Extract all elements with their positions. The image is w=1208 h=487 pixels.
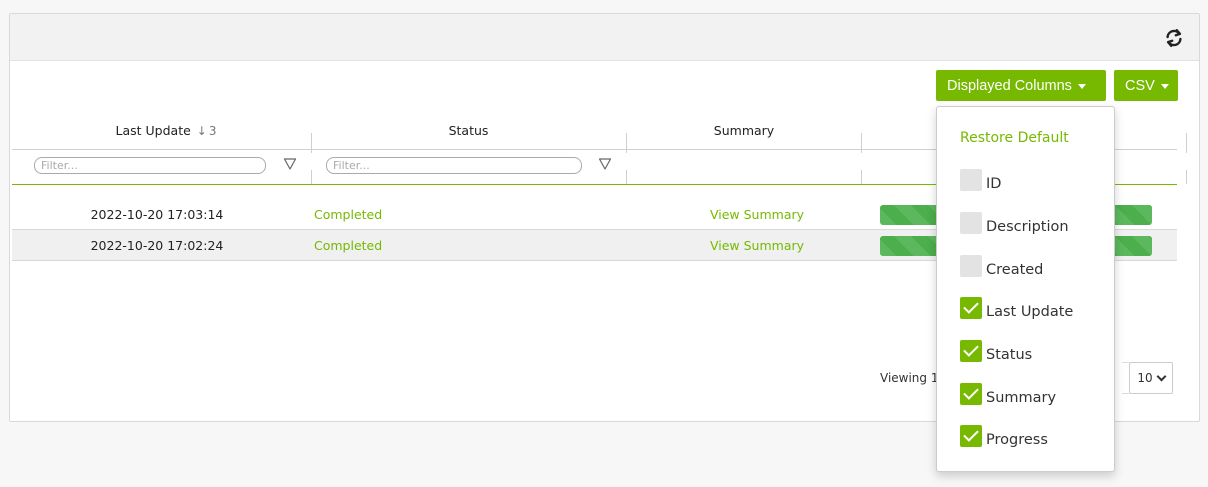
column-header-label: Summary xyxy=(713,123,775,138)
view-summary-link[interactable]: View Summary xyxy=(642,199,872,230)
column-header-last-update[interactable]: Last Update ↓ 3 xyxy=(21,118,311,144)
checkmark-icon[interactable] xyxy=(960,340,982,362)
restore-default-link[interactable]: Restore Default xyxy=(960,130,1069,146)
viewing-text: Viewing 1 xyxy=(880,371,939,385)
column-divider[interactable] xyxy=(1186,133,1187,153)
column-toggle-label: Description xyxy=(986,219,1069,235)
sort-desc-icon: ↓ xyxy=(196,124,207,138)
pagination[interactable] xyxy=(1122,362,1129,394)
column-header-label: Status xyxy=(448,123,489,138)
filter-funnel-icon[interactable] xyxy=(598,157,612,171)
column-divider xyxy=(311,170,312,184)
filter-funnel-icon[interactable] xyxy=(283,157,297,171)
column-divider[interactable] xyxy=(861,133,862,153)
checkmark-icon[interactable] xyxy=(960,383,982,405)
panel-header xyxy=(10,14,1199,61)
checkbox[interactable] xyxy=(960,212,982,234)
displayed-columns-button[interactable]: Displayed Columns xyxy=(936,70,1106,101)
column-toggle-summary[interactable]: Summary xyxy=(960,383,1057,406)
csv-label: CSV xyxy=(1125,77,1155,94)
checkmark-icon[interactable] xyxy=(960,297,982,319)
column-toggle-created[interactable]: Created xyxy=(960,255,1044,278)
page-size-value: 10 xyxy=(1137,371,1153,385)
column-header-status[interactable]: Status xyxy=(311,118,626,144)
column-divider xyxy=(626,170,627,184)
displayed-columns-menu: Restore Default ID Description Created L… xyxy=(936,106,1115,472)
sort-index: 3 xyxy=(208,124,217,138)
column-toggle-label: Created xyxy=(986,262,1044,278)
column-toggle-label: Last Update xyxy=(986,304,1074,320)
last-update-cell: 2022-10-20 17:03:14 xyxy=(90,207,224,222)
column-toggle-status[interactable]: Status xyxy=(960,340,1033,363)
column-toggle-label: Status xyxy=(986,347,1033,363)
column-toggle-label: Progress xyxy=(986,432,1048,448)
column-toggle-progress[interactable]: Progress xyxy=(960,425,1048,448)
csv-button[interactable]: CSV xyxy=(1114,70,1178,101)
checkbox[interactable] xyxy=(960,255,982,277)
chevron-down-icon xyxy=(1156,371,1167,382)
view-summary-link[interactable]: View Summary xyxy=(642,230,872,261)
displayed-columns-label: Displayed Columns xyxy=(947,77,1072,94)
status-filter-input[interactable]: Filter... xyxy=(326,157,582,174)
column-header-summary[interactable]: Summary xyxy=(626,118,862,144)
column-toggle-description[interactable]: Description xyxy=(960,212,1069,235)
column-divider xyxy=(861,170,862,184)
status-cell: Completed xyxy=(314,207,383,222)
column-toggle-label: ID xyxy=(986,176,1002,192)
page-size-select[interactable]: 10 xyxy=(1129,362,1173,394)
column-toggle-last-update[interactable]: Last Update xyxy=(960,297,1074,320)
column-toggle-id[interactable]: ID xyxy=(960,169,1002,192)
column-toggle-label: Summary xyxy=(986,390,1057,406)
last-update-filter-input[interactable]: Filter... xyxy=(34,157,266,174)
caret-down-icon xyxy=(1077,84,1086,89)
refresh-icon[interactable] xyxy=(1163,27,1185,49)
caret-down-icon xyxy=(1160,84,1169,89)
column-divider xyxy=(1186,170,1187,184)
status-cell: Completed xyxy=(314,238,383,253)
column-header-label: Last Update xyxy=(115,123,191,138)
last-update-cell: 2022-10-20 17:02:24 xyxy=(90,238,224,253)
checkbox[interactable] xyxy=(960,169,982,191)
checkmark-icon[interactable] xyxy=(960,425,982,447)
